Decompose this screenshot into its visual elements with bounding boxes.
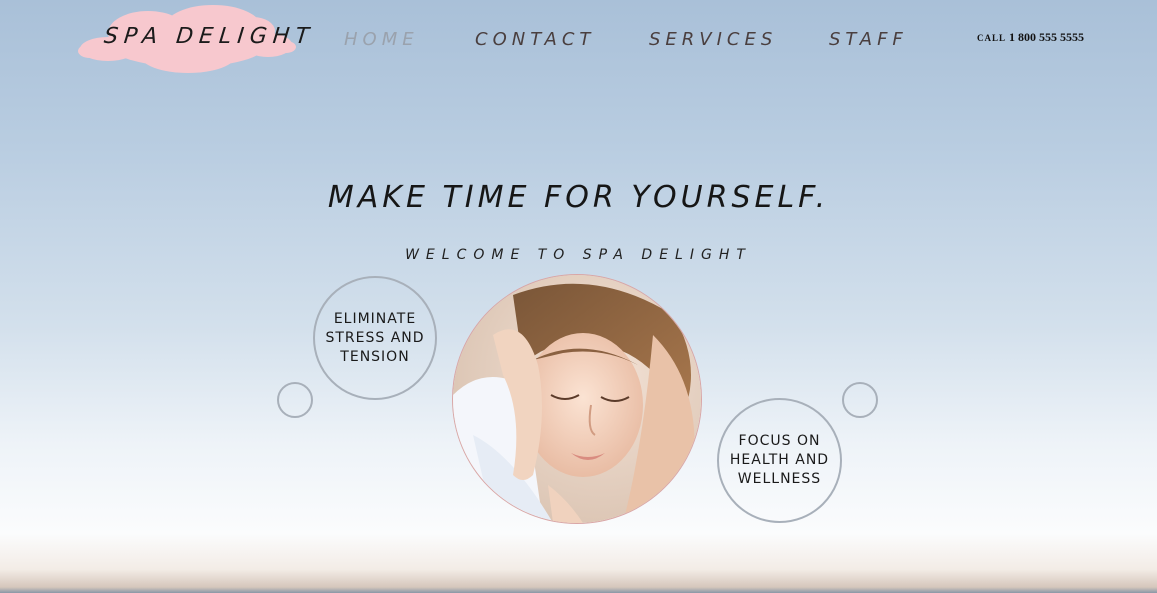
phone-contact: CALL 1 800 555 5555	[977, 30, 1084, 45]
hero-subtitle: WELCOME TO SPA DELIGHT	[405, 247, 752, 263]
feature-bubble-wellness: FOCUS ON HEALTH AND WELLNESS	[717, 398, 842, 523]
hero-photo	[453, 275, 701, 523]
phone-prefix: CALL	[977, 33, 1007, 43]
nav-contact[interactable]: CONTACT	[475, 29, 595, 50]
nav-services[interactable]: SERVICES	[649, 29, 777, 50]
hero-title: MAKE TIME FOR YOURSELF.	[327, 180, 830, 215]
decorative-circle-right	[842, 382, 878, 418]
feature-bubble-stress: ELIMINATE STRESS AND TENSION	[313, 276, 437, 400]
nav-home[interactable]: HOME	[344, 29, 419, 50]
decorative-circle-left	[277, 382, 313, 418]
nav-staff[interactable]: STAFF	[829, 29, 908, 50]
phone-number: 1 800 555 5555	[1009, 30, 1085, 44]
